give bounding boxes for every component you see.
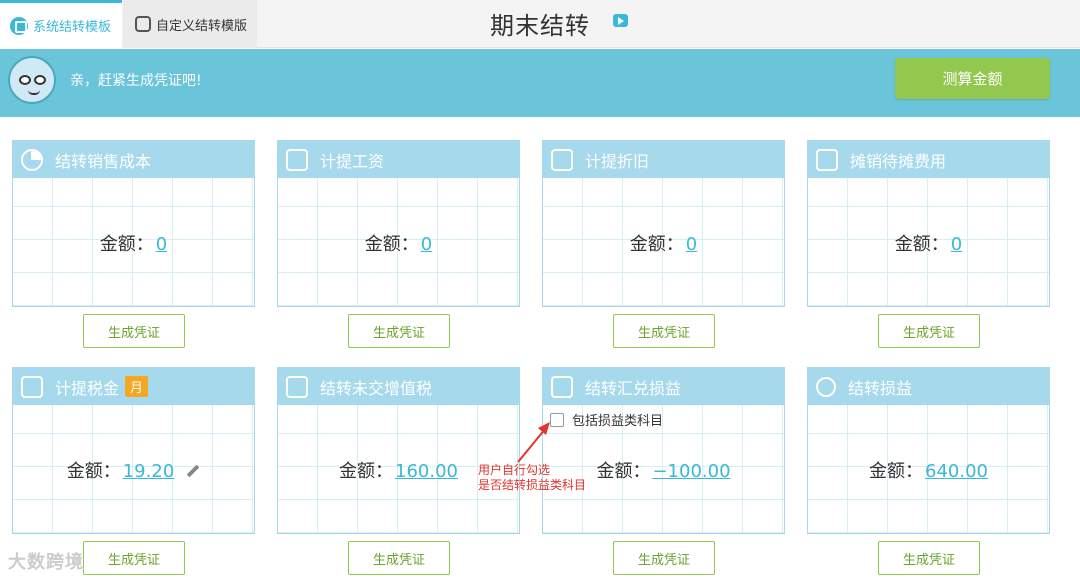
amount-value[interactable]: −100.00 [652,461,730,482]
mascot-avatar [8,56,56,104]
tax-icon [21,375,43,398]
amount-value[interactable]: 19.20 [123,461,175,482]
card-header: 结转未交增值税 [278,368,519,405]
card-tax-accrual: 计提税金 月 金额： 19.20 [12,367,255,534]
include-profit-loss-row: 包括损益类科目 [550,410,663,429]
amount-label: 金额： [629,234,684,255]
amount-row: 金额： 0 [278,230,519,256]
card-header: 计提税金 月 [13,368,254,405]
pencil-edit-icon[interactable] [186,464,200,478]
generate-voucher-button[interactable]: 生成凭证 [613,314,715,348]
banner-message: 亲，赶紧生成凭证吧! [70,73,202,89]
template-icon [135,16,151,32]
coins-icon [816,376,836,397]
card-header: 结转销售成本 [13,141,254,178]
watermark: 大数跨境 [8,552,84,573]
card-title: 计提工资 [320,151,385,171]
tab-system-template[interactable]: 系统结转模板 [0,0,122,48]
amount-value[interactable]: 0 [686,234,697,255]
calculate-amount-button[interactable]: 测算金额 [895,58,1050,99]
card-exchange-gain-loss: 结转汇兑损益 金额： −100.00 [542,367,785,534]
amount-row: 金额： 0 [13,230,254,256]
card-title: 结转未交增值税 [320,378,433,398]
home-icon [10,16,28,35]
card-title: 计提税金 [55,378,120,398]
mascot-eye [19,75,31,85]
checkbox-label: 包括损益类科目 [572,414,664,429]
clipboard-icon [551,375,573,398]
mascot-eye [34,75,46,85]
tab-custom-template[interactable]: 自定义结转模版 [123,0,257,48]
amount-label: 金额： [339,461,393,482]
card-header: 结转汇兑损益 [543,368,784,405]
mascot-mouth [28,90,40,95]
wallet-icon [286,148,308,171]
card-title: 摊销待摊费用 [850,151,947,171]
amount-label: 金额： [894,234,949,255]
generate-voucher-button[interactable]: 生成凭证 [83,314,185,348]
generate-voucher-button[interactable]: 生成凭证 [348,541,450,575]
amount-row: 金额： 19.20 [13,457,254,483]
amount-label: 金额： [596,461,651,482]
amount-row: 金额： 0 [543,230,784,256]
generate-voucher-button[interactable]: 生成凭证 [878,314,980,348]
card-profit-loss: 结转损益 金额： 640.00 [807,367,1050,534]
amount-label: 金额： [66,461,121,482]
generate-voucher-button[interactable]: 生成凭证 [83,541,185,575]
page-title: 期末结转 [490,12,590,40]
card-title: 结转损益 [848,378,913,398]
amount-value[interactable]: 0 [156,234,167,255]
amount-value[interactable]: 160.00 [395,461,458,482]
tab-label: 自定义结转模版 [156,18,248,34]
card-header: 摊销待摊费用 [808,141,1049,178]
generate-voucher-button[interactable]: 生成凭证 [613,541,715,575]
documents-icon [551,148,573,171]
card-unpaid-vat: 结转未交增值税 金额： 160.00 [277,367,520,534]
card-title: 结转汇兑损益 [585,378,682,398]
annotation-line: 是否结转损益类科目 [478,478,587,492]
card-title: 计提折旧 [585,151,650,171]
amount-row: 金额： 0 [808,230,1049,256]
card-prepaid-amortization: 摊销待摊费用 金额： 0 [807,140,1050,307]
amount-value[interactable]: 0 [421,234,432,255]
amount-label: 金额： [99,234,154,255]
generate-voucher-button[interactable]: 生成凭证 [348,314,450,348]
money-stack-icon [816,148,838,171]
yen-icon [286,375,308,398]
card-header: 结转损益 [808,368,1049,405]
annotation-arrow [517,422,550,463]
tab-label: 系统结转模板 [33,20,112,35]
card-header: 计提工资 [278,141,519,178]
amount-label: 金额： [364,234,419,255]
annotation-note: 用户自行勾选 是否结转损益类科目 [478,463,586,493]
amount-value[interactable]: 640.00 [925,461,988,482]
video-tutorial-icon[interactable] [613,14,628,27]
generate-voucher-button[interactable]: 生成凭证 [878,541,980,575]
card-title: 结转销售成本 [55,151,152,171]
pie-chart-icon [21,148,43,171]
month-badge: 月 [125,376,149,397]
amount-label: 金额： [869,461,923,482]
card-header: 计提折旧 [543,141,784,178]
card-sales-cost: 结转销售成本 金额： 0 [12,140,255,307]
amount-row: 金额： 640.00 [808,457,1049,483]
annotation-line: 用户自行勾选 [478,463,551,477]
card-depreciation: 计提折旧 金额： 0 [542,140,785,307]
amount-value[interactable]: 0 [951,234,962,255]
card-salary-accrual: 计提工资 金额： 0 [277,140,520,307]
